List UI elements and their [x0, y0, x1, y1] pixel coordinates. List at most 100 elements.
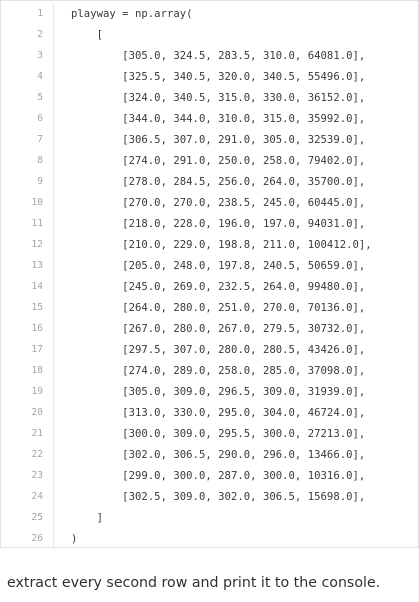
- line-number: 20: [31, 407, 43, 418]
- code-text: [344.0, 344.0, 310.0, 315.0, 35992.0],: [71, 112, 366, 125]
- gutter-divider: [53, 444, 54, 465]
- gutter-divider: [53, 45, 54, 66]
- code-line: 19 [305.0, 309.0, 296.5, 309.0, 31939.0]…: [1, 381, 418, 402]
- code-text: [: [71, 28, 103, 41]
- gutter-divider: [53, 255, 54, 276]
- code-text: [267.0, 280.0, 267.0, 279.5, 30732.0],: [71, 322, 366, 335]
- code-text: [306.5, 307.0, 291.0, 305.0, 32539.0],: [71, 133, 366, 146]
- gutter-divider: [53, 318, 54, 339]
- gutter-divider: [53, 234, 54, 255]
- code-text: ]: [71, 511, 103, 524]
- line-number: 14: [31, 281, 43, 292]
- code-text: [278.0, 284.5, 256.0, 264.0, 35700.0],: [71, 175, 366, 188]
- code-line: 14 [245.0, 269.0, 232.5, 264.0, 99480.0]…: [1, 276, 418, 297]
- line-number: 18: [31, 365, 43, 376]
- code-text: [313.0, 330.0, 295.0, 304.0, 46724.0],: [71, 406, 366, 419]
- code-line: 24 [302.5, 309.0, 302.0, 306.5, 15698.0]…: [1, 486, 418, 507]
- gutter-divider: [53, 276, 54, 297]
- line-number: 12: [31, 239, 43, 250]
- gutter-divider: [53, 507, 54, 528]
- code-text: [305.0, 309.0, 296.5, 309.0, 31939.0],: [71, 385, 366, 398]
- code-line: 21 [300.0, 309.0, 295.5, 300.0, 27213.0]…: [1, 423, 418, 444]
- code-line: 26 ): [1, 528, 418, 549]
- code-line: 20 [313.0, 330.0, 295.0, 304.0, 46724.0]…: [1, 402, 418, 423]
- code-line: 5 [324.0, 340.5, 315.0, 330.0, 36152.0],: [1, 87, 418, 108]
- gutter-divider: [53, 465, 54, 486]
- line-number: 5: [37, 92, 43, 103]
- line-number: 6: [37, 113, 43, 124]
- gutter-divider: [53, 297, 54, 318]
- code-text: [302.0, 306.5, 290.0, 296.0, 13466.0],: [71, 448, 366, 461]
- code-text: [274.0, 289.0, 258.0, 285.0, 37098.0],: [71, 364, 366, 377]
- code-line: 17 [297.5, 307.0, 280.0, 280.5, 43426.0]…: [1, 339, 418, 360]
- line-number: 15: [31, 302, 43, 313]
- line-number: 19: [31, 386, 43, 397]
- gutter-divider: [53, 360, 54, 381]
- gutter-divider: [53, 486, 54, 507]
- code-text: [299.0, 300.0, 287.0, 300.0, 10316.0],: [71, 469, 366, 482]
- line-number: 22: [31, 449, 43, 460]
- code-text: [205.0, 248.0, 197.8, 240.5, 50659.0],: [71, 259, 366, 272]
- line-number: 4: [37, 71, 43, 82]
- line-number: 25: [31, 512, 43, 523]
- gutter-divider: [53, 339, 54, 360]
- line-number: 7: [37, 134, 43, 145]
- gutter-divider: [53, 3, 54, 24]
- code-line: 15 [264.0, 280.0, 251.0, 270.0, 70136.0]…: [1, 297, 418, 318]
- gutter-divider: [53, 108, 54, 129]
- code-line: 9 [278.0, 284.5, 256.0, 264.0, 35700.0],: [1, 171, 418, 192]
- code-text: [324.0, 340.5, 315.0, 330.0, 36152.0],: [71, 91, 366, 104]
- gutter-divider: [53, 24, 54, 45]
- line-number: 17: [31, 344, 43, 355]
- gutter-divider: [53, 66, 54, 87]
- code-text: [300.0, 309.0, 295.5, 300.0, 27213.0],: [71, 427, 366, 440]
- code-line: 23 [299.0, 300.0, 287.0, 300.0, 10316.0]…: [1, 465, 418, 486]
- code-text: [297.5, 307.0, 280.0, 280.5, 43426.0],: [71, 343, 366, 356]
- gutter-divider: [53, 150, 54, 171]
- code-line: 16 [267.0, 280.0, 267.0, 279.5, 30732.0]…: [1, 318, 418, 339]
- gutter-divider: [53, 171, 54, 192]
- code-line: 4 [325.5, 340.5, 320.0, 340.5, 55496.0],: [1, 66, 418, 87]
- line-number: 24: [31, 491, 43, 502]
- code-line: 13 [205.0, 248.0, 197.8, 240.5, 50659.0]…: [1, 255, 418, 276]
- gutter-divider: [53, 381, 54, 402]
- line-number: 1: [37, 8, 43, 19]
- gutter-divider: [53, 192, 54, 213]
- line-number: 3: [37, 50, 43, 61]
- line-number: 23: [31, 470, 43, 481]
- code-line: 3 [305.0, 324.5, 283.5, 310.0, 64081.0],: [1, 45, 418, 66]
- line-number: 11: [31, 218, 43, 229]
- gutter-divider: [53, 87, 54, 108]
- code-text: [270.0, 270.0, 238.5, 245.0, 60445.0],: [71, 196, 366, 209]
- code-line: 12 [210.0, 229.0, 198.8, 211.0, 100412.0…: [1, 234, 418, 255]
- code-text: [325.5, 340.5, 320.0, 340.5, 55496.0],: [71, 70, 366, 83]
- code-line: 11 [218.0, 228.0, 196.0, 197.0, 94031.0]…: [1, 213, 418, 234]
- prompt-text: extract every second row and print it to…: [7, 575, 381, 591]
- code-line: 22 [302.0, 306.5, 290.0, 296.0, 13466.0]…: [1, 444, 418, 465]
- code-text: [274.0, 291.0, 250.0, 258.0, 79402.0],: [71, 154, 366, 167]
- line-number: 2: [37, 29, 43, 40]
- line-number: 8: [37, 155, 43, 166]
- code-text: playway = np.array(: [71, 7, 193, 20]
- code-line: 6 [344.0, 344.0, 310.0, 315.0, 35992.0],: [1, 108, 418, 129]
- code-text: [210.0, 229.0, 198.8, 211.0, 100412.0],: [71, 238, 372, 251]
- line-number: 21: [31, 428, 43, 439]
- code-line: 10 [270.0, 270.0, 238.5, 245.0, 60445.0]…: [1, 192, 418, 213]
- gutter-divider: [53, 528, 54, 549]
- line-number: 16: [31, 323, 43, 334]
- code-text: [305.0, 324.5, 283.5, 310.0, 64081.0],: [71, 49, 366, 62]
- gutter-divider: [53, 129, 54, 150]
- code-editor[interactable]: 1 playway = np.array( 2 [ 3 [305.0, 324.…: [0, 0, 419, 549]
- code-text: [218.0, 228.0, 196.0, 197.0, 94031.0],: [71, 217, 366, 230]
- line-number: 13: [31, 260, 43, 271]
- gutter-divider: [53, 213, 54, 234]
- gutter-divider: [53, 423, 54, 444]
- code-text: [264.0, 280.0, 251.0, 270.0, 70136.0],: [71, 301, 366, 314]
- line-number: 10: [31, 197, 43, 208]
- code-line: 7 [306.5, 307.0, 291.0, 305.0, 32539.0],: [1, 129, 418, 150]
- code-line: 25 ]: [1, 507, 418, 528]
- line-number: 9: [37, 176, 43, 187]
- code-text: ): [71, 532, 78, 545]
- gutter-divider: [53, 402, 54, 423]
- code-text: [245.0, 269.0, 232.5, 264.0, 99480.0],: [71, 280, 366, 293]
